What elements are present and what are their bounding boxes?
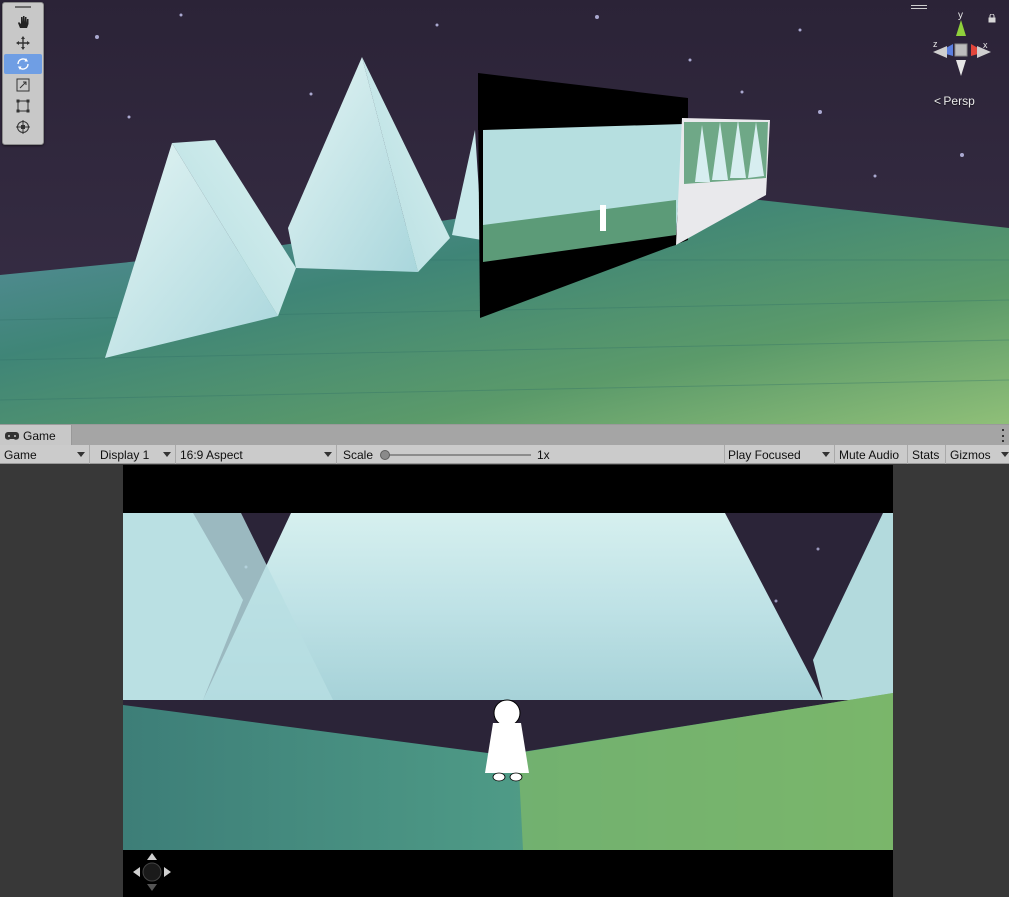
display-dropdown[interactable]: Display 1: [96, 445, 176, 464]
play-mode-value: Play Focused: [728, 447, 801, 462]
scene-view[interactable]: y z x < Persp: [0, 0, 1009, 424]
hand-tool-button[interactable]: [4, 12, 42, 32]
scale-label: Scale: [343, 447, 374, 462]
chevron-down-icon: [77, 452, 85, 457]
transform-icon: [16, 120, 30, 134]
rect-tool-button[interactable]: [4, 96, 42, 116]
palette-grip[interactable]: [3, 3, 43, 11]
game-mode-value: Game: [4, 447, 37, 462]
play-mode-dropdown[interactable]: Play Focused: [724, 445, 835, 464]
projection-label: Persp: [943, 94, 975, 108]
svg-text:z: z: [933, 39, 938, 49]
chevron-down-icon: [324, 452, 332, 457]
tab-game[interactable]: Game: [0, 425, 72, 446]
scale-tool-button[interactable]: [4, 75, 42, 95]
mute-audio-label: Mute Audio: [839, 447, 900, 462]
game-tab-bar: Game: [0, 424, 1009, 446]
scale-slider-thumb[interactable]: [380, 450, 390, 460]
gamepad-icon: [5, 431, 19, 440]
scale-value: 1x: [537, 447, 550, 462]
y-axis-cone[interactable]: [956, 20, 966, 36]
hand-icon: [18, 16, 29, 28]
dpad-icon[interactable]: [131, 851, 173, 893]
scale-icon: [16, 78, 30, 92]
chevron-down-icon: [1001, 452, 1009, 457]
transform-tool-button[interactable]: [4, 117, 42, 137]
gizmo-center-cube[interactable]: [954, 43, 968, 57]
projection-toggle[interactable]: < Persp: [934, 94, 975, 108]
tool-palette: [2, 2, 44, 145]
move-icon: [16, 36, 30, 50]
svg-text:x: x: [983, 40, 988, 50]
move-tool-button[interactable]: [4, 33, 42, 53]
chevron-down-icon: [822, 452, 830, 457]
chevron-down-icon: [163, 452, 171, 457]
rect-icon: [16, 99, 30, 113]
neg-y-cone[interactable]: [956, 60, 966, 76]
orientation-gizmo[interactable]: y z x: [925, 6, 997, 86]
svg-text:y: y: [958, 10, 963, 21]
game-toolbar: Game Display 1 16:9 Aspect Scale 1x Play…: [0, 445, 1009, 464]
scene-viewport-render[interactable]: [0, 0, 1009, 424]
tab-game-label: Game: [23, 428, 56, 443]
scale-slider-track[interactable]: [383, 454, 531, 456]
display-value: Display 1: [100, 447, 150, 462]
rotate-icon: [17, 58, 29, 70]
gizmos-label: Gizmos: [950, 447, 991, 462]
aspect-dropdown[interactable]: 16:9 Aspect: [176, 445, 337, 464]
stats-label: Stats: [912, 447, 940, 462]
tab-menu-icon[interactable]: [1001, 429, 1005, 442]
game-viewport[interactable]: [123, 465, 893, 897]
rotate-tool-button[interactable]: [4, 54, 42, 74]
mute-audio-toggle[interactable]: Mute Audio: [835, 445, 908, 464]
game-render: [123, 465, 893, 897]
stats-toggle[interactable]: Stats: [908, 445, 946, 464]
lock-icon[interactable]: [988, 14, 996, 23]
aspect-value: 16:9 Aspect: [180, 447, 243, 462]
gizmos-dropdown[interactable]: Gizmos: [946, 445, 1009, 464]
game-view: [0, 465, 1009, 897]
game-mode-dropdown[interactable]: Game: [0, 445, 90, 464]
